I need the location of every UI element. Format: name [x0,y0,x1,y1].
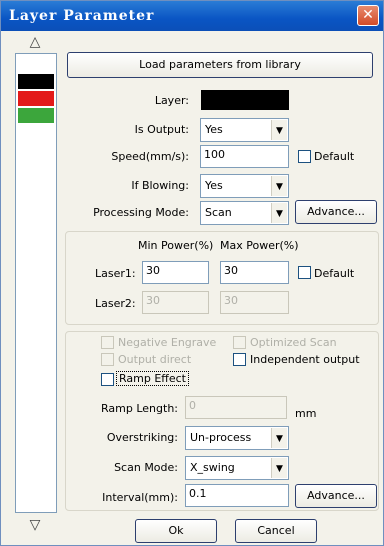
negative-engrave-checkbox [101,336,114,349]
arrow-down-icon: ▽ [29,517,41,533]
chevron-down-icon[interactable]: ▼ [271,176,287,196]
laser1-min-power-input[interactable]: 30 [142,261,209,284]
scan-mode-label: Scan Mode: [114,461,178,474]
ramp-length-label: Ramp Length: [101,402,178,415]
if-blowing-select[interactable]: Yes ▼ [200,174,289,198]
power-default-label: Default [314,267,355,280]
min-power-header: Min Power(%) [138,239,214,252]
speed-default-label: Default [314,150,355,163]
arrow-up-icon: △ [29,34,41,50]
overstriking-value: Un-process [190,431,252,444]
is-output-select[interactable]: Yes ▼ [200,118,289,142]
output-direct-checkbox [101,353,114,366]
scroll-down-button[interactable]: ▽ [17,517,53,537]
title-bar[interactable]: Layer Parameter ✕ [1,1,383,31]
laser1-max-power-input[interactable]: 30 [220,261,289,284]
cancel-button[interactable]: Cancel [235,519,317,543]
speed-label: Speed(mm/s): [111,150,189,163]
overstriking-label: Overstriking: [106,431,178,444]
overstriking-select[interactable]: Un-process ▼ [185,426,289,450]
processing-mode-value: Scan [205,206,232,219]
if-blowing-label: If Blowing: [131,179,189,192]
chevron-down-icon[interactable]: ▼ [271,120,287,140]
close-icon: ✕ [362,7,374,23]
independent-output-checkbox[interactable] [233,353,246,366]
chevron-down-icon[interactable]: ▼ [271,428,287,448]
is-output-value: Yes [205,123,223,136]
ramp-length-unit: mm [295,407,317,420]
close-button[interactable]: ✕ [357,5,379,26]
layer-color-swatch[interactable] [201,90,289,110]
laser1-label: Laser1: [95,267,136,280]
if-blowing-value: Yes [205,179,223,192]
laser2-max-power-input: 30 [220,291,289,314]
negative-engrave-label: Negative Engrave [118,336,217,349]
window-title: Layer Parameter [9,8,155,24]
interval-advance-button[interactable]: Advance... [295,484,377,508]
ramp-effect-label: Ramp Effect [116,371,189,386]
layer-swatch-black[interactable] [18,74,54,89]
layer-parameter-dialog: Layer Parameter ✕ △ ▽ Load parameters fr… [0,0,384,546]
layer-swatch-green[interactable] [18,108,54,123]
processing-advance-button[interactable]: Advance... [295,200,377,224]
processing-mode-select[interactable]: Scan ▼ [200,201,289,225]
optimized-scan-label: Optimized Scan [250,336,337,349]
ramp-effect-checkbox[interactable] [101,373,114,386]
optimized-scan-checkbox [233,336,246,349]
speed-default-checkbox[interactable] [298,150,311,163]
independent-output-label: Independent output [250,353,360,366]
speed-input[interactable]: 100 [200,145,289,168]
ok-button[interactable]: Ok [135,519,217,543]
scan-mode-select[interactable]: X_swing ▼ [185,456,289,480]
ramp-length-input: 0 [185,396,287,419]
layer-swatch-red[interactable] [18,91,54,106]
power-default-checkbox[interactable] [298,266,311,279]
interval-input[interactable]: 0.1 [185,484,289,507]
processing-mode-label: Processing Mode: [93,206,189,219]
is-output-label: Is Output: [134,123,189,136]
scan-mode-value: X_swing [190,461,235,474]
laser2-min-power-input: 30 [142,291,209,314]
layer-label: Layer: [154,94,189,107]
load-parameters-button[interactable]: Load parameters from library [67,52,373,78]
scroll-up-button[interactable]: △ [17,34,53,54]
layer-list[interactable] [15,53,57,513]
max-power-header: Max Power(%) [220,239,299,252]
laser2-label: Laser2: [95,297,136,310]
chevron-down-icon[interactable]: ▼ [271,458,287,478]
output-direct-label: Output direct [118,353,192,366]
chevron-down-icon[interactable]: ▼ [271,203,287,223]
interval-label: Interval(mm): [102,491,178,504]
